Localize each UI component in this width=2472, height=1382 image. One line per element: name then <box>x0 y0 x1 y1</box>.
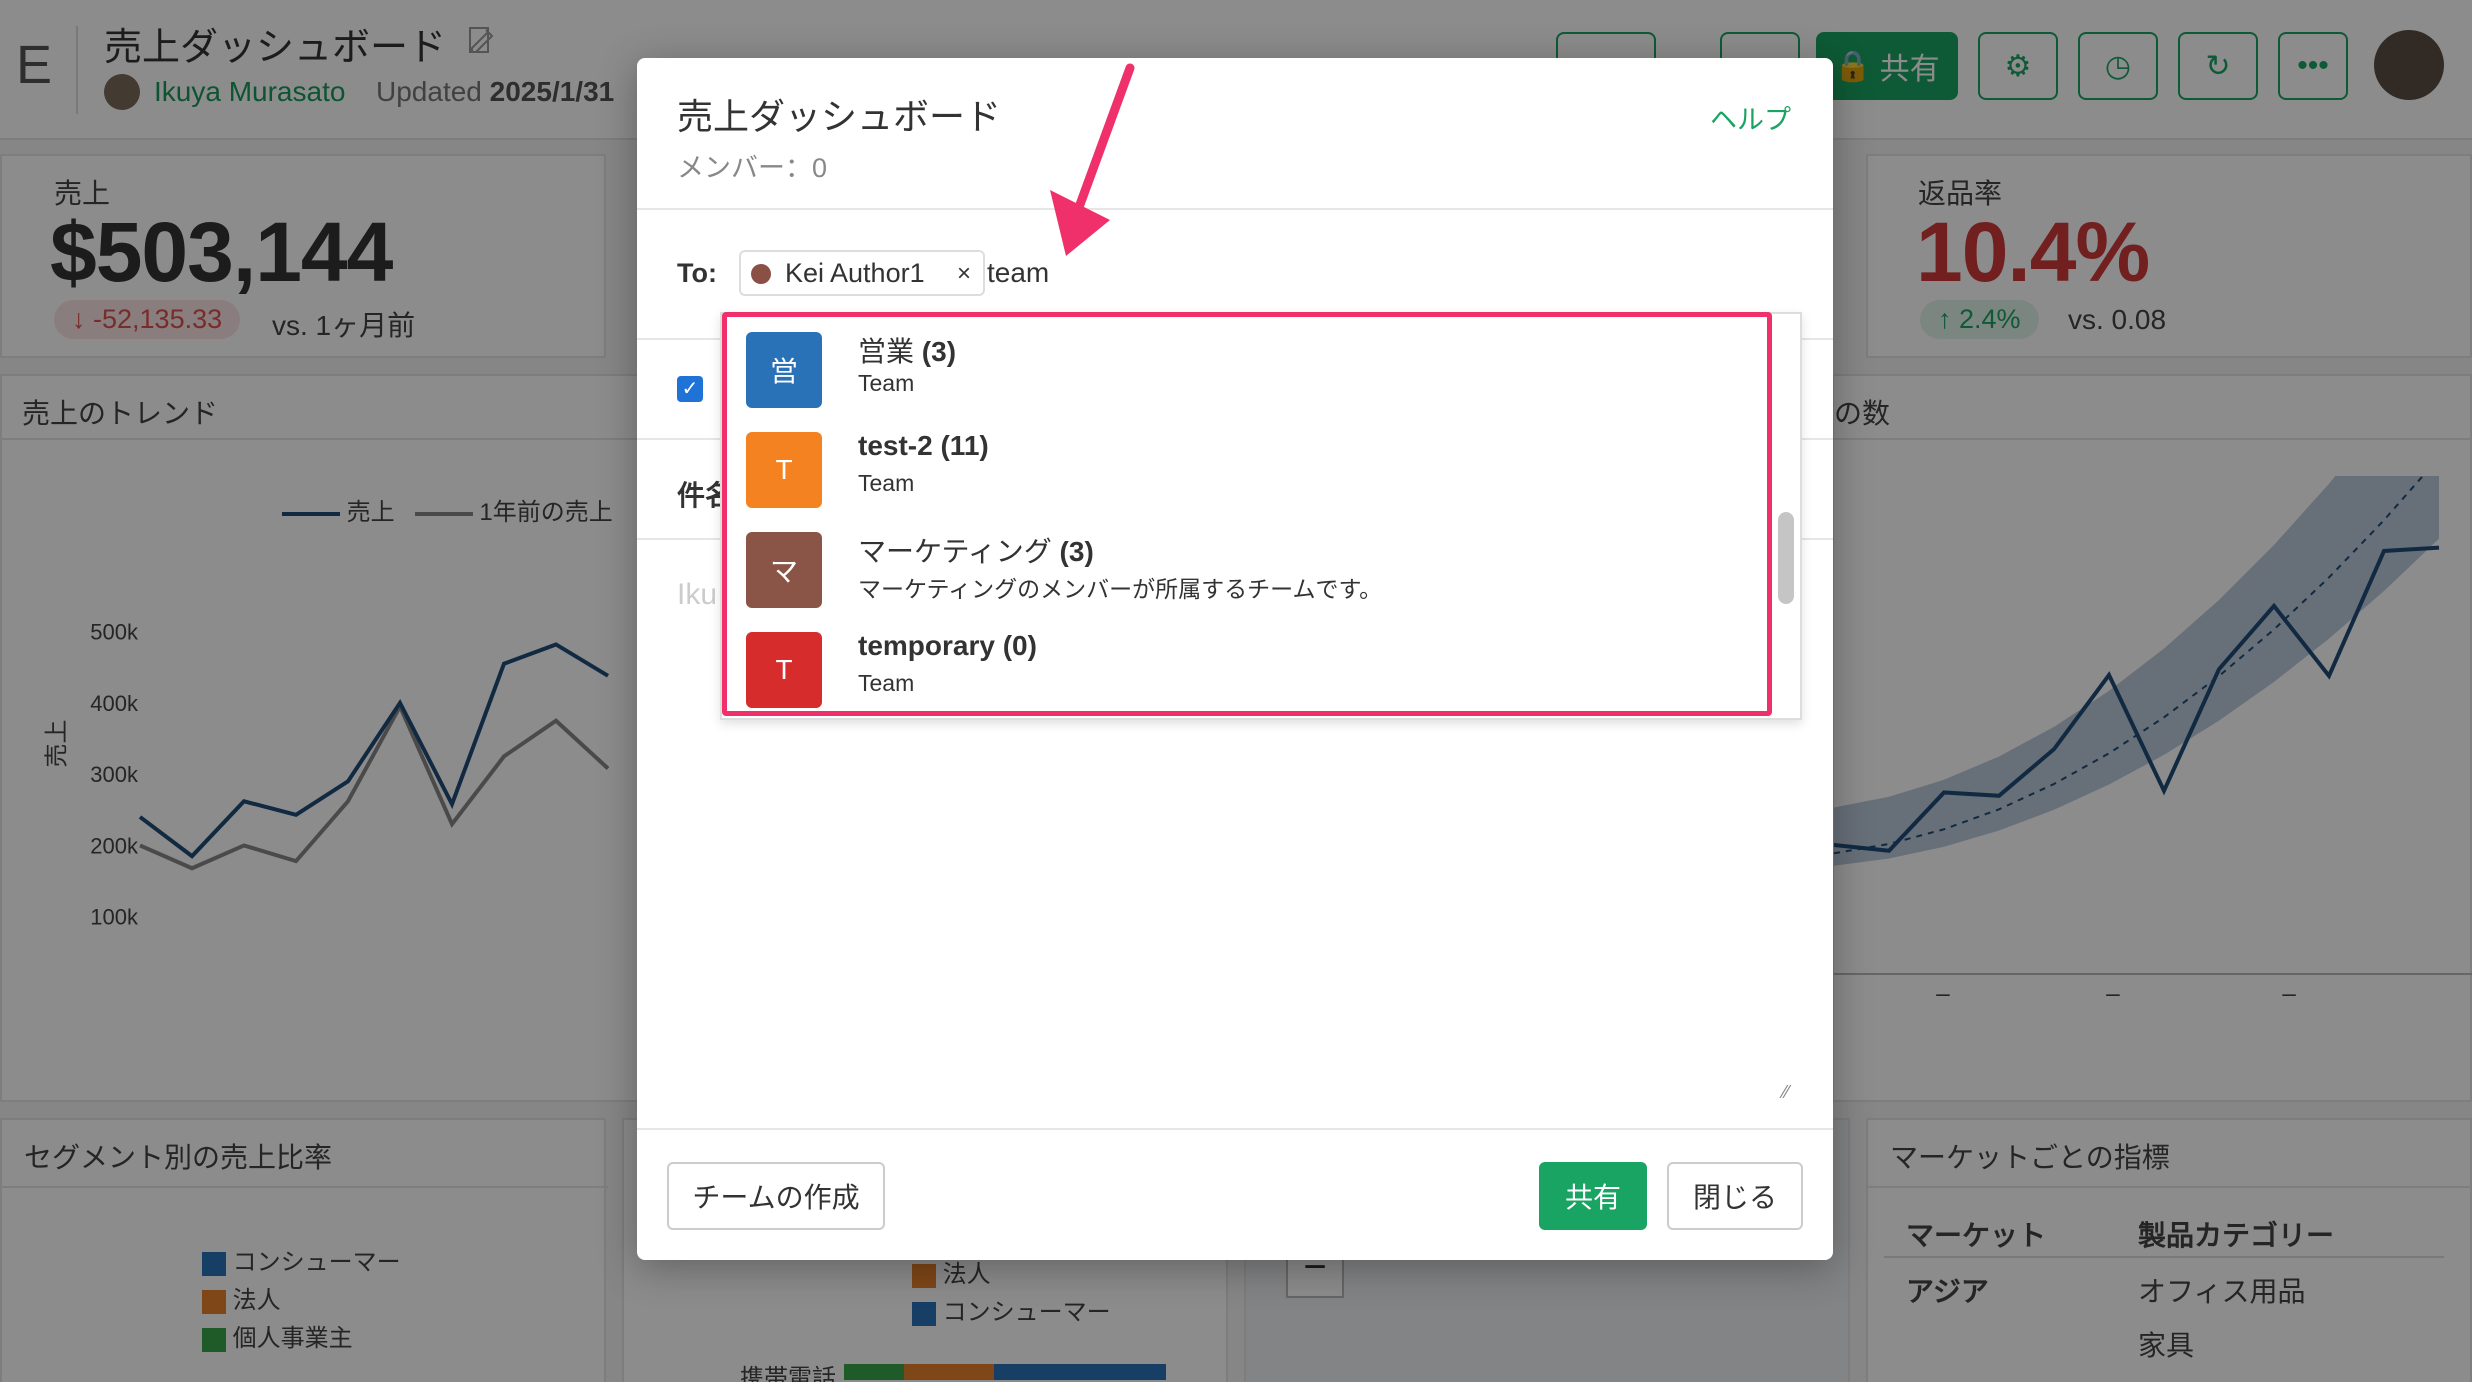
share-button[interactable]: 共有 <box>1539 1162 1647 1230</box>
recipient-avatar <box>751 264 771 284</box>
notify-checkbox[interactable]: ✓ <box>677 376 703 402</box>
dropdown-scrollbar[interactable] <box>1778 512 1794 604</box>
recipient-name: Kei Author1 <box>785 258 925 288</box>
to-label: To: <box>677 258 717 288</box>
dialog-title: 売上ダッシュボード <box>677 96 1002 137</box>
annotation-highlight-box <box>722 312 1772 716</box>
member-count: メンバー：0 <box>677 153 828 183</box>
resize-handle-icon[interactable]: ⁄⁄ <box>1783 1082 1803 1102</box>
help-link[interactable]: ヘルプ <box>1710 98 1791 137</box>
divider <box>637 1128 1833 1130</box>
divider <box>637 208 1833 210</box>
annotation-arrow-icon <box>1050 63 1135 256</box>
message-textarea[interactable]: Iku <box>677 578 717 612</box>
recipient-chip: Kei Author1 × <box>739 250 985 296</box>
create-team-button[interactable]: チームの作成 <box>667 1162 885 1230</box>
remove-recipient-icon[interactable]: × <box>957 260 971 288</box>
close-button[interactable]: 閉じる <box>1667 1162 1803 1230</box>
